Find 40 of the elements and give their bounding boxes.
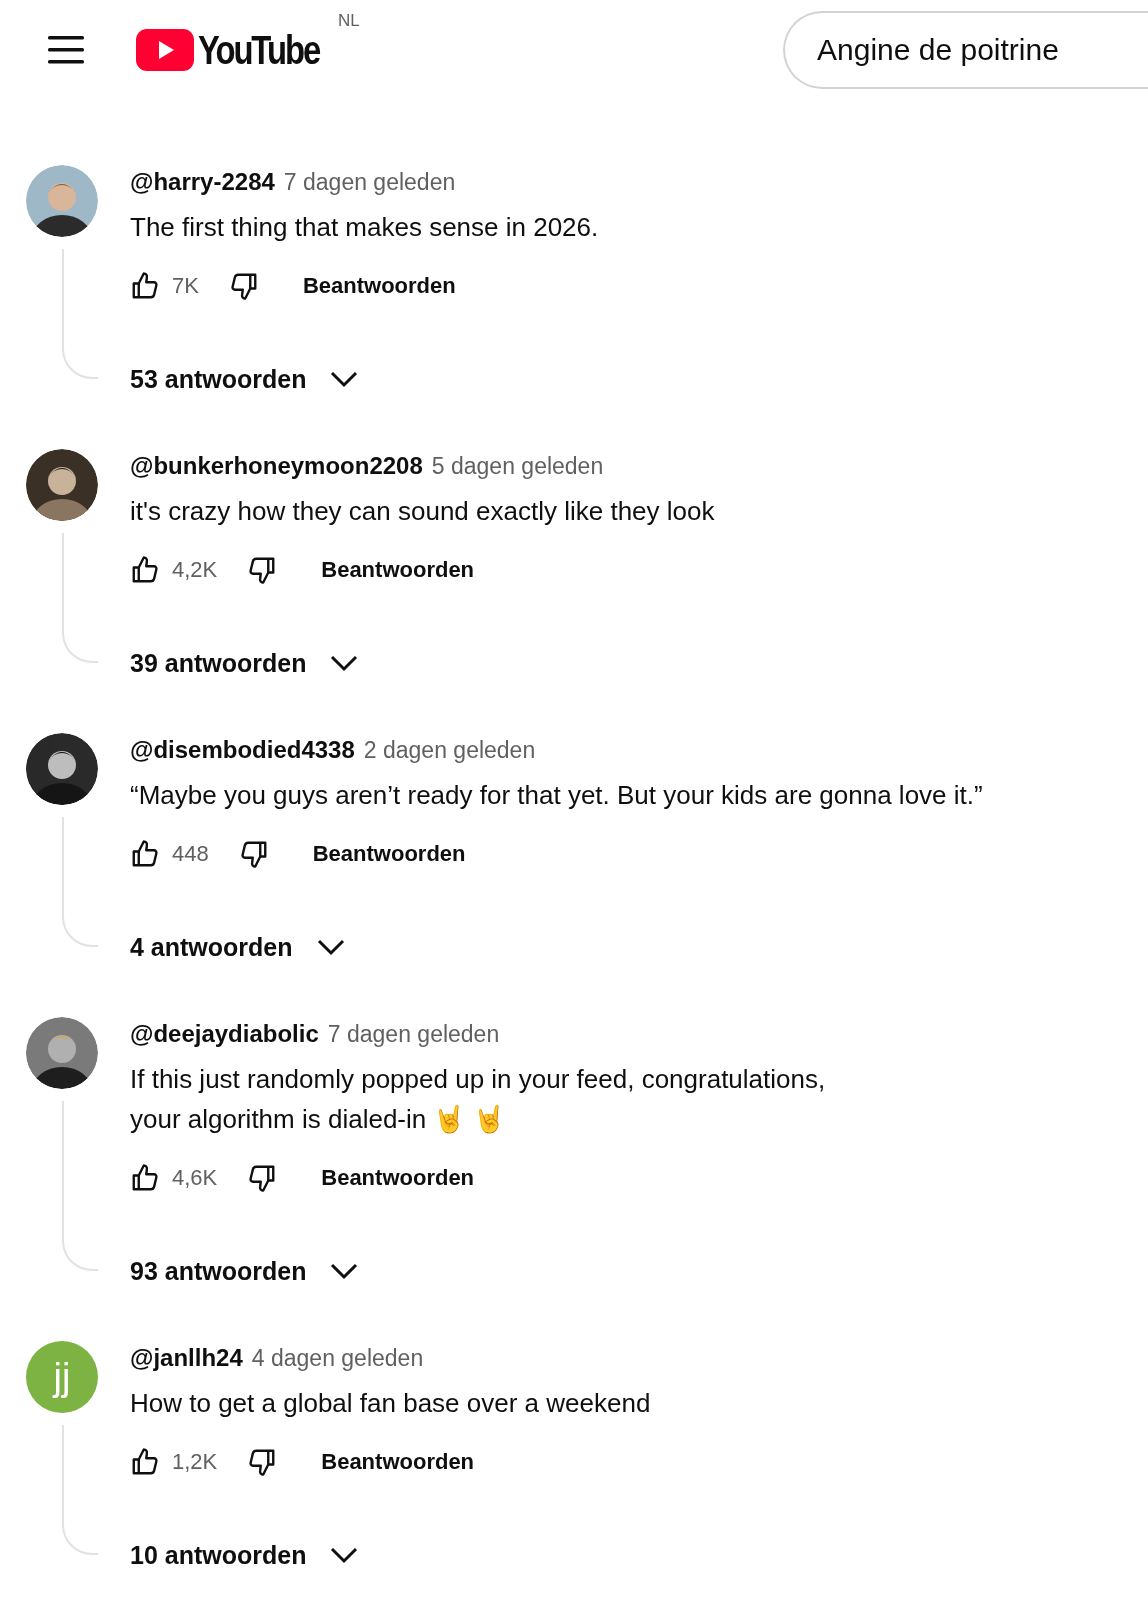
menu-icon[interactable]: [48, 35, 84, 65]
chevron-down-icon[interactable]: [316, 938, 345, 956]
like-count: 4,2K: [172, 557, 218, 583]
comment-text: “Maybe you guys aren’t ready for that yet. But your kids are gonna love it.”: [130, 779, 984, 812]
author-name[interactable]: @disembodied4338: [130, 736, 355, 764]
chevron-down-icon[interactable]: [330, 654, 359, 672]
author-name[interactable]: @deejaydiabolic: [130, 1020, 319, 1048]
comment-text: it's crazy how they can sound exactly like they look: [130, 495, 716, 528]
comment-time[interactable]: 4 dagen geleden: [251, 1345, 424, 1372]
replies-toggle[interactable]: 53 antwoorden: [130, 364, 307, 394]
like-count: 4,6K: [172, 1165, 218, 1191]
comment-text: The first thing that makes sense in 2026.: [130, 211, 600, 244]
reply-button[interactable]: Beantwoorden: [280, 263, 478, 309]
reply-button[interactable]: Beantwoorden: [290, 831, 488, 877]
search-field[interactable]: Angine de poitrine: [783, 11, 1148, 89]
comment-text: If this just randomly popped up in your feed, congratulations, your algorithm is dialed-in 🤘 🤘: [130, 1063, 827, 1136]
chevron-down-icon[interactable]: [330, 1546, 359, 1564]
comment-time[interactable]: 7 dagen geleden: [327, 1021, 500, 1048]
like-count: 448: [172, 841, 209, 867]
chevron-down-icon[interactable]: [330, 1262, 359, 1280]
chevron-down-icon[interactable]: [330, 370, 359, 388]
replies-toggle[interactable]: 39 antwoorden: [130, 648, 307, 678]
author-name[interactable]: @harry-2284: [130, 168, 275, 196]
logo-wordmark[interactable]: YouTube: [198, 27, 320, 73]
play-logo-icon: [136, 29, 194, 71]
replies-toggle[interactable]: 4 antwoorden: [130, 932, 293, 962]
reply-button[interactable]: Beantwoorden: [299, 1439, 497, 1485]
comment-time[interactable]: 7 dagen geleden: [283, 169, 456, 196]
comment-time[interactable]: 2 dagen geleden: [363, 737, 536, 764]
replies-toggle[interactable]: 10 antwoorden: [130, 1540, 307, 1570]
reply-button[interactable]: Beantwoorden: [299, 1155, 497, 1201]
reply-button[interactable]: Beantwoorden: [299, 547, 497, 593]
comment-time[interactable]: 5 dagen geleden: [431, 453, 604, 480]
comment-text: How to get a global fan base over a weekend: [130, 1387, 652, 1420]
author-name[interactable]: @bunkerhoneymoon2208: [130, 452, 423, 480]
replies-toggle[interactable]: 93 antwoorden: [130, 1256, 307, 1286]
region-code: NL: [337, 11, 360, 31]
like-count: 7K: [172, 273, 199, 299]
author-name[interactable]: @janllh24: [130, 1344, 243, 1372]
like-count: 1,2K: [172, 1449, 218, 1475]
